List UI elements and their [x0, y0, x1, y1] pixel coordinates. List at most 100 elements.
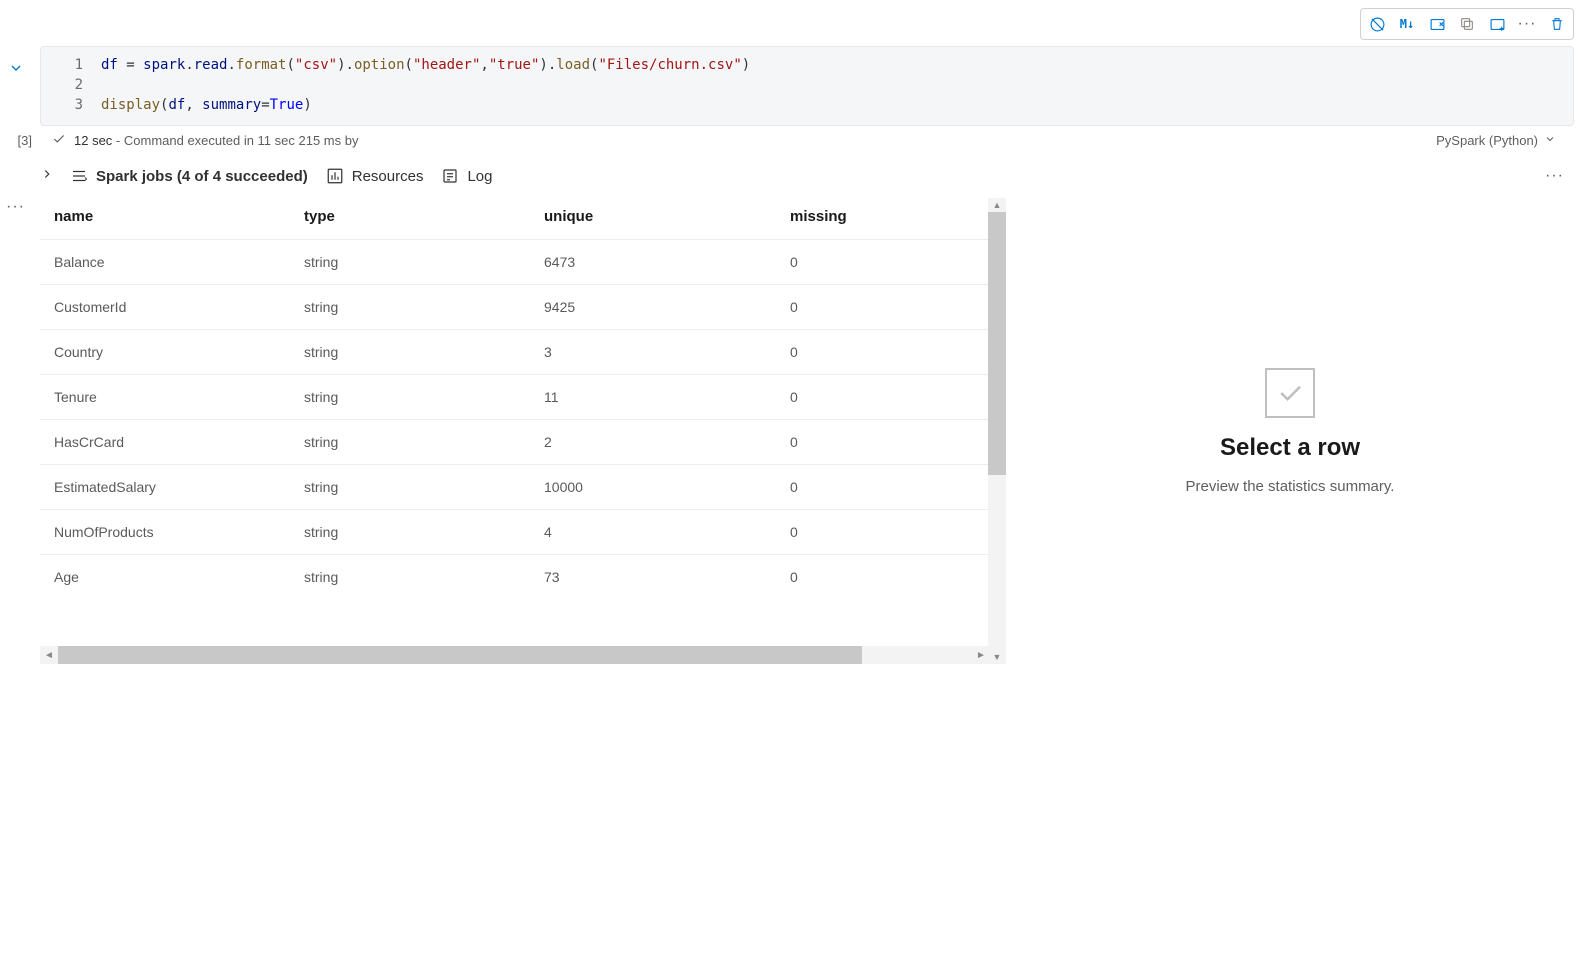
- cell-name: Tenure: [40, 375, 290, 420]
- execution-duration: 12 sec: [74, 133, 112, 148]
- checkmark-placeholder-icon: [1265, 368, 1315, 418]
- spark-jobs-button[interactable]: Spark jobs (4 of 4 succeeded): [70, 167, 308, 185]
- code-cell[interactable]: 1 2 3 df = spark.read.format("csv").opti…: [40, 46, 1574, 126]
- summary-table-scroll[interactable]: name type unique missing Balancestring64…: [40, 198, 990, 646]
- line-number: 1: [41, 55, 83, 75]
- table-row[interactable]: Agestring730: [40, 555, 990, 600]
- cell-name: Balance: [40, 240, 290, 285]
- column-header-unique[interactable]: unique: [530, 198, 776, 240]
- cell-missing: 0: [776, 285, 990, 330]
- summary-table-panel: name type unique missing Balancestring64…: [40, 198, 990, 664]
- list-icon: [70, 167, 88, 185]
- cell-unique: 73: [530, 555, 776, 600]
- cell-name: Age: [40, 555, 290, 600]
- summary-table: name type unique missing Balancestring64…: [40, 198, 990, 599]
- cell-name: EstimatedSalary: [40, 465, 290, 510]
- chart-icon: [326, 167, 344, 185]
- line-number: 3: [41, 95, 83, 115]
- cell-type: string: [290, 285, 530, 330]
- line-number-gutter: 1 2 3: [41, 55, 101, 115]
- v-scroll-thumb[interactable]: [988, 212, 1006, 475]
- cell-unique: 3: [530, 330, 776, 375]
- cell-missing: 0: [776, 375, 990, 420]
- table-row[interactable]: Balancestring64730: [40, 240, 990, 285]
- table-row[interactable]: NumOfProductsstring40: [40, 510, 990, 555]
- preview-subtitle: Preview the statistics summary.: [1186, 478, 1395, 495]
- table-row[interactable]: Tenurestring110: [40, 375, 990, 420]
- cell-type: string: [290, 510, 530, 555]
- table-row[interactable]: EstimatedSalarystring100000: [40, 465, 990, 510]
- convert-markdown-button[interactable]: M↓: [1393, 11, 1421, 37]
- preview-title: Select a row: [1220, 434, 1360, 462]
- scroll-right-arrow[interactable]: ►: [972, 650, 990, 661]
- cell-unique: 4: [530, 510, 776, 555]
- cell-unique: 9425: [530, 285, 776, 330]
- spark-jobs-label: Spark jobs (4 of 4 succeeded): [96, 168, 308, 185]
- table-row[interactable]: Countrystring30: [40, 330, 990, 375]
- output-area: name type unique missing Balancestring64…: [40, 198, 1574, 664]
- resources-label: Resources: [352, 168, 424, 185]
- language-label: PySpark (Python): [1436, 133, 1538, 148]
- add-cell-below-button[interactable]: [1483, 11, 1511, 37]
- preview-panel: Select a row Preview the statistics summ…: [1006, 198, 1574, 664]
- cell-type: string: [290, 330, 530, 375]
- h-scroll-thumb[interactable]: [58, 646, 862, 664]
- h-scroll-track[interactable]: [58, 646, 972, 664]
- cell-unique: 2: [530, 420, 776, 465]
- cell-name: CustomerId: [40, 285, 290, 330]
- cell-type: string: [290, 375, 530, 420]
- execution-detail: - Command executed in 11 sec 215 ms by: [112, 133, 358, 148]
- success-check-icon: [52, 132, 66, 149]
- collapse-cell-chevron[interactable]: [8, 60, 24, 79]
- cell-name: NumOfProducts: [40, 510, 290, 555]
- cell-type: string: [290, 465, 530, 510]
- line-number: 2: [41, 75, 83, 95]
- code-content[interactable]: df = spark.read.format("csv").option("he…: [101, 55, 1573, 115]
- code-editor[interactable]: 1 2 3 df = spark.read.format("csv").opti…: [41, 47, 1573, 125]
- language-selector[interactable]: PySpark (Python): [1436, 133, 1574, 148]
- table-row[interactable]: CustomerIdstring94250: [40, 285, 990, 330]
- cell-name: HasCrCard: [40, 420, 290, 465]
- cell-unique: 11: [530, 375, 776, 420]
- execution-status-bar: [3] 12 sec - Command executed in 11 sec …: [4, 128, 1574, 152]
- resources-button[interactable]: Resources: [326, 167, 424, 185]
- table-header-row: name type unique missing: [40, 198, 990, 240]
- output-toolbar: Spark jobs (4 of 4 succeeded) Resources …: [40, 162, 1574, 190]
- scroll-down-arrow[interactable]: ▼: [988, 650, 1006, 664]
- delete-cell-button[interactable]: [1543, 11, 1571, 37]
- table-row[interactable]: HasCrCardstring20: [40, 420, 990, 465]
- column-header-type[interactable]: type: [290, 198, 530, 240]
- column-header-name[interactable]: name: [40, 198, 290, 240]
- cell-missing: 0: [776, 555, 990, 600]
- cell-type: string: [290, 240, 530, 285]
- expand-output-chevron[interactable]: [40, 167, 54, 185]
- cell-toolbar: M↓ ···: [1360, 8, 1574, 40]
- execution-count: [3]: [4, 133, 38, 148]
- chevron-down-icon: [1544, 133, 1556, 148]
- cell-unique: 10000: [530, 465, 776, 510]
- clear-output-button[interactable]: [1423, 11, 1451, 37]
- vertical-scrollbar[interactable]: ▲ ▼: [988, 198, 1006, 664]
- copy-cell-button[interactable]: [1453, 11, 1481, 37]
- cell-side-menu[interactable]: ···: [6, 198, 25, 216]
- scroll-left-arrow[interactable]: ◄: [40, 650, 58, 661]
- log-label: Log: [467, 168, 492, 185]
- cell-type: string: [290, 420, 530, 465]
- horizontal-scrollbar[interactable]: ◄ ►: [40, 646, 990, 664]
- cell-type: string: [290, 555, 530, 600]
- cell-missing: 0: [776, 330, 990, 375]
- cell-name: Country: [40, 330, 290, 375]
- cell-missing: 0: [776, 240, 990, 285]
- cell-missing: 0: [776, 465, 990, 510]
- v-scroll-track[interactable]: [988, 212, 1006, 650]
- column-header-missing[interactable]: missing: [776, 198, 990, 240]
- log-icon: [441, 167, 459, 185]
- cell-more-button[interactable]: ···: [1513, 11, 1541, 37]
- cell-unique: 6473: [530, 240, 776, 285]
- run-cell-button[interactable]: [1363, 11, 1391, 37]
- cell-missing: 0: [776, 420, 990, 465]
- scroll-up-arrow[interactable]: ▲: [988, 198, 1006, 212]
- output-more-button[interactable]: ···: [1545, 167, 1574, 185]
- log-button[interactable]: Log: [441, 167, 492, 185]
- cell-missing: 0: [776, 510, 990, 555]
